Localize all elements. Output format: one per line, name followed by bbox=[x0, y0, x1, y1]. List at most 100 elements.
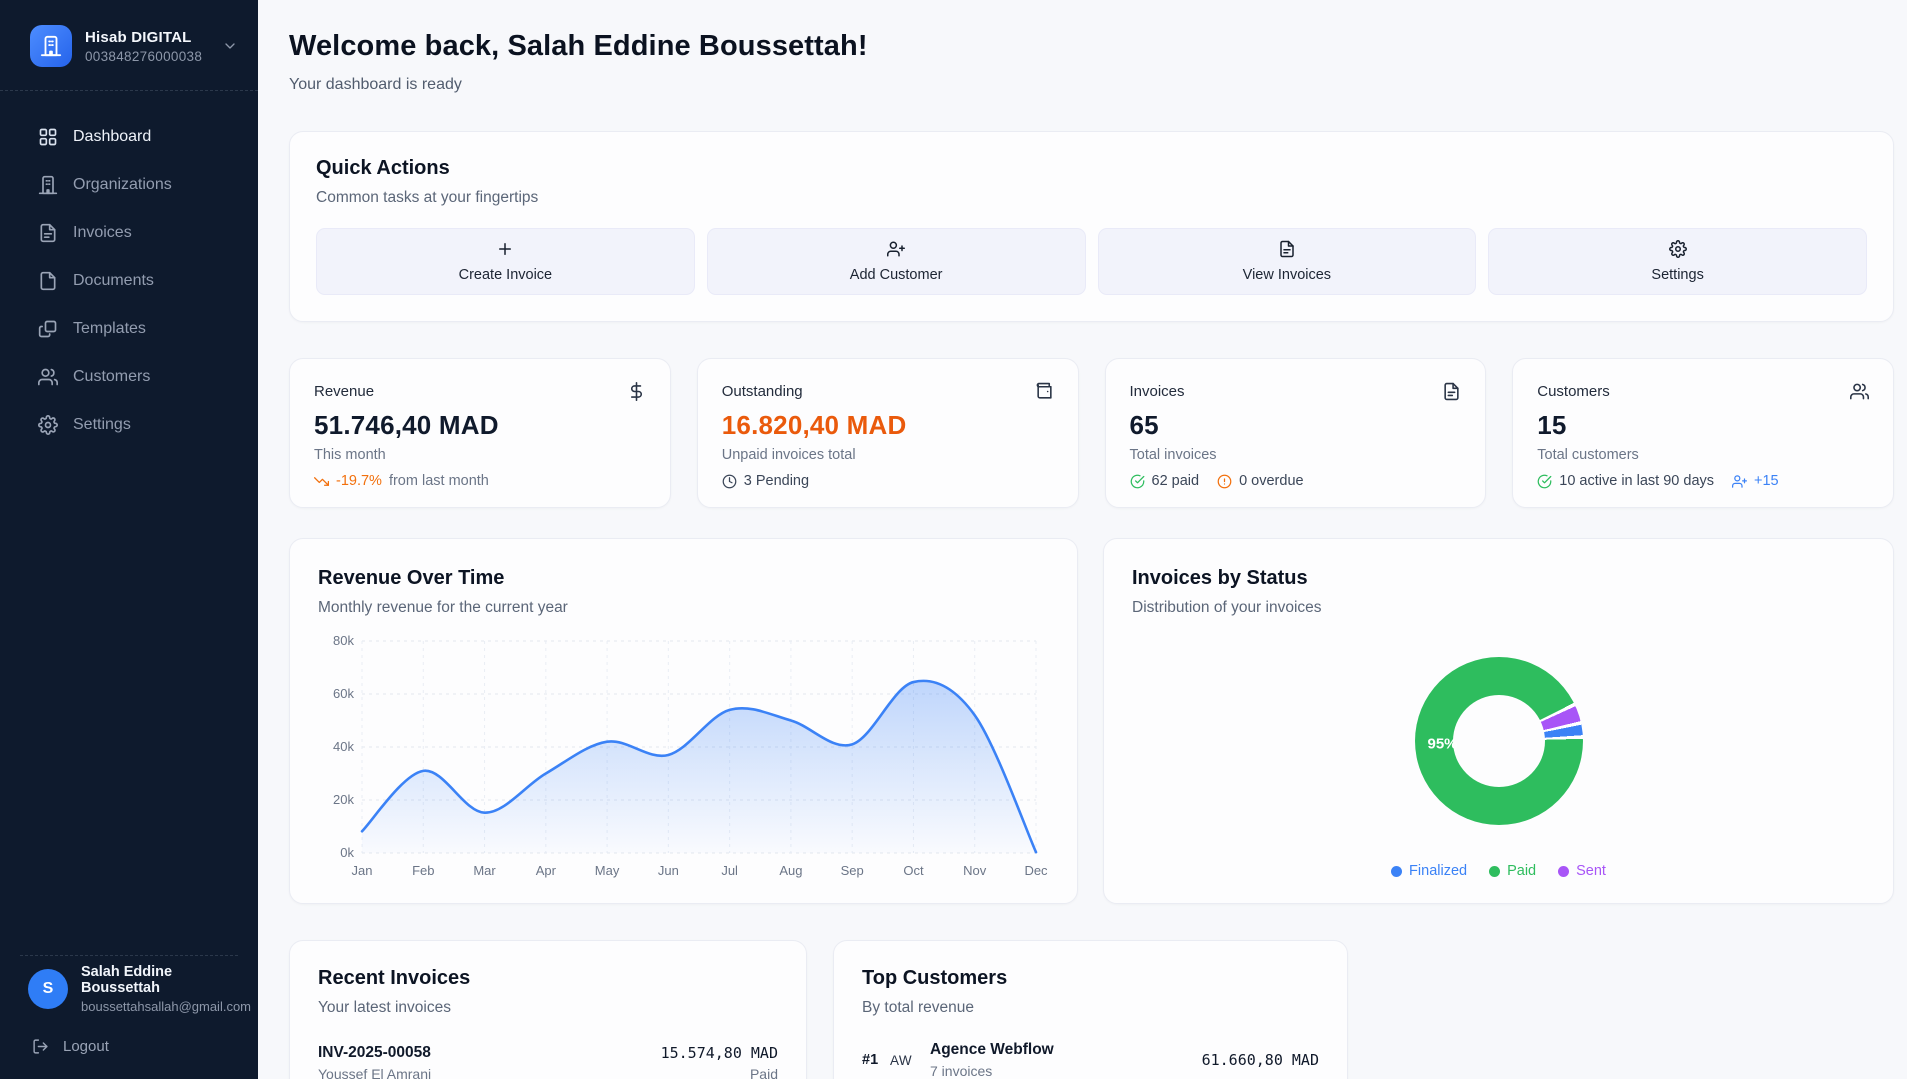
svg-text:Nov: Nov bbox=[963, 863, 987, 878]
revenue-line-chart: 0k20k40k60k80kJanFebMarAprMayJunJulAugSe… bbox=[318, 631, 1048, 883]
legend-dot-finalized bbox=[1391, 866, 1402, 877]
sidebar-item-label: Invoices bbox=[73, 224, 132, 242]
invoices-stat-card: Invoices 65 Total invoices 62 paid 0 ove… bbox=[1105, 358, 1487, 508]
sidebar-item-label: Customers bbox=[73, 368, 150, 386]
users-icon bbox=[38, 367, 58, 387]
charts-row: Revenue Over Time Monthly revenue for th… bbox=[289, 538, 1894, 904]
legend-dot-sent bbox=[1558, 866, 1569, 877]
check-circle-icon bbox=[1130, 474, 1145, 489]
invoice-status: Paid bbox=[661, 1066, 778, 1079]
svg-text:Apr: Apr bbox=[536, 863, 557, 878]
building-icon bbox=[38, 175, 58, 195]
legend-dot-paid bbox=[1489, 866, 1500, 877]
revenue-trend: -19.7% bbox=[336, 473, 382, 489]
user-profile[interactable]: S Salah Eddine Boussettah boussettahsall… bbox=[20, 956, 238, 1028]
invoice-row[interactable]: INV-2025-00058 Youssef El Amrani 15.574,… bbox=[318, 1044, 778, 1079]
view-invoices-button[interactable]: View Invoices bbox=[1098, 228, 1477, 295]
invoices-status-subtitle: Distribution of your invoices bbox=[1132, 599, 1865, 617]
building-icon bbox=[40, 35, 62, 57]
sidebar-item-settings[interactable]: Settings bbox=[0, 401, 258, 449]
sidebar-nav: Dashboard Organizations Invoices Documen… bbox=[0, 91, 258, 935]
customer-detail: 7 invoices bbox=[930, 1063, 1202, 1079]
quick-actions-title: Quick Actions bbox=[316, 157, 1867, 180]
legend-item-finalized: Finalized bbox=[1391, 863, 1467, 879]
file-text-icon bbox=[1442, 382, 1461, 401]
invoices-value: 65 bbox=[1130, 410, 1462, 441]
invoices-overdue: 0 overdue bbox=[1239, 473, 1304, 489]
copy-icon bbox=[38, 319, 58, 339]
org-number: 003848276000038 bbox=[85, 49, 209, 64]
svg-text:Jan: Jan bbox=[352, 863, 373, 878]
sidebar-item-label: Documents bbox=[73, 272, 154, 290]
user-name: Salah Eddine Boussettah bbox=[81, 964, 251, 996]
customers-active: 10 active in last 90 days bbox=[1559, 473, 1714, 489]
logout-label: Logout bbox=[63, 1038, 109, 1055]
quick-actions-card: Quick Actions Common tasks at your finge… bbox=[289, 131, 1894, 322]
revenue-chart-card: Revenue Over Time Monthly revenue for th… bbox=[289, 538, 1078, 904]
outstanding-caption: Unpaid invoices total bbox=[722, 447, 1054, 463]
chevron-down-icon[interactable] bbox=[222, 38, 238, 54]
svg-text:Aug: Aug bbox=[779, 863, 802, 878]
user-plus-icon bbox=[887, 240, 905, 258]
top-customers-title: Top Customers bbox=[862, 967, 1319, 990]
plus-icon bbox=[496, 240, 514, 258]
svg-text:Mar: Mar bbox=[473, 863, 496, 878]
revenue-stat-title: Revenue bbox=[314, 383, 374, 400]
outstanding-stat-title: Outstanding bbox=[722, 383, 803, 400]
file-icon bbox=[38, 271, 58, 291]
sidebar-item-label: Organizations bbox=[73, 176, 172, 194]
file-text-icon bbox=[38, 223, 58, 243]
user-email: boussettahsallah@gmail.com bbox=[81, 999, 251, 1014]
top-customers-subtitle: By total revenue bbox=[862, 999, 1319, 1017]
svg-text:Jul: Jul bbox=[721, 863, 738, 878]
add-customer-label: Add Customer bbox=[850, 267, 943, 283]
sidebar-item-label: Dashboard bbox=[73, 128, 151, 146]
svg-text:20k: 20k bbox=[333, 792, 354, 807]
user-plus-icon bbox=[1732, 474, 1747, 489]
customers-caption: Total customers bbox=[1537, 447, 1869, 463]
add-customer-button[interactable]: Add Customer bbox=[707, 228, 1086, 295]
customers-value: 15 bbox=[1537, 410, 1869, 441]
logout-button[interactable]: Logout bbox=[20, 1028, 238, 1059]
org-switcher[interactable]: Hisab DIGITAL 003848276000038 bbox=[0, 0, 258, 90]
bottom-row: Recent Invoices Your latest invoices INV… bbox=[289, 940, 1894, 1079]
customer-name: Agence Webflow bbox=[930, 1041, 1202, 1059]
svg-text:Feb: Feb bbox=[412, 863, 434, 878]
customers-stat-title: Customers bbox=[1537, 383, 1610, 400]
trending-down-icon bbox=[314, 474, 329, 489]
logout-icon bbox=[32, 1038, 49, 1055]
page-subtitle: Your dashboard is ready bbox=[289, 76, 1894, 94]
settings-button[interactable]: Settings bbox=[1488, 228, 1867, 295]
top-customer-row[interactable]: #1 AW Agence Webflow 7 invoices 61.660,8… bbox=[862, 1041, 1319, 1079]
gear-icon bbox=[1669, 240, 1687, 258]
sidebar-item-templates[interactable]: Templates bbox=[0, 305, 258, 353]
legend-item-paid: Paid bbox=[1489, 863, 1536, 879]
sidebar-item-documents[interactable]: Documents bbox=[0, 257, 258, 305]
svg-text:80k: 80k bbox=[333, 633, 354, 648]
top-customers-card: Top Customers By total revenue #1 AW Age… bbox=[833, 940, 1348, 1079]
create-invoice-label: Create Invoice bbox=[459, 267, 553, 283]
create-invoice-button[interactable]: Create Invoice bbox=[316, 228, 695, 295]
recent-invoices-subtitle: Your latest invoices bbox=[318, 999, 778, 1017]
sidebar-item-customers[interactable]: Customers bbox=[0, 353, 258, 401]
invoices-status-title: Invoices by Status bbox=[1132, 567, 1865, 590]
wallet-icon bbox=[1035, 382, 1054, 401]
recent-invoices-title: Recent Invoices bbox=[318, 967, 778, 990]
sidebar-item-organizations[interactable]: Organizations bbox=[0, 161, 258, 209]
invoice-amount: 15.574,80 MAD bbox=[661, 1044, 778, 1062]
sidebar-item-dashboard[interactable]: Dashboard bbox=[0, 113, 258, 161]
svg-text:Oct: Oct bbox=[903, 863, 924, 878]
clock-icon bbox=[722, 474, 737, 489]
legend-item-sent: Sent bbox=[1558, 863, 1606, 879]
revenue-caption: This month bbox=[314, 447, 646, 463]
legend-label-finalized: Finalized bbox=[1409, 863, 1467, 879]
revenue-chart-title: Revenue Over Time bbox=[318, 567, 1049, 590]
invoices-stat-title: Invoices bbox=[1130, 383, 1185, 400]
check-circle-icon bbox=[1537, 474, 1552, 489]
legend-label-sent: Sent bbox=[1576, 863, 1606, 879]
customer-amount: 61.660,80 MAD bbox=[1202, 1051, 1319, 1069]
svg-text:0k: 0k bbox=[340, 845, 354, 860]
svg-text:40k: 40k bbox=[333, 739, 354, 754]
dollar-icon bbox=[627, 382, 646, 401]
sidebar-item-invoices[interactable]: Invoices bbox=[0, 209, 258, 257]
